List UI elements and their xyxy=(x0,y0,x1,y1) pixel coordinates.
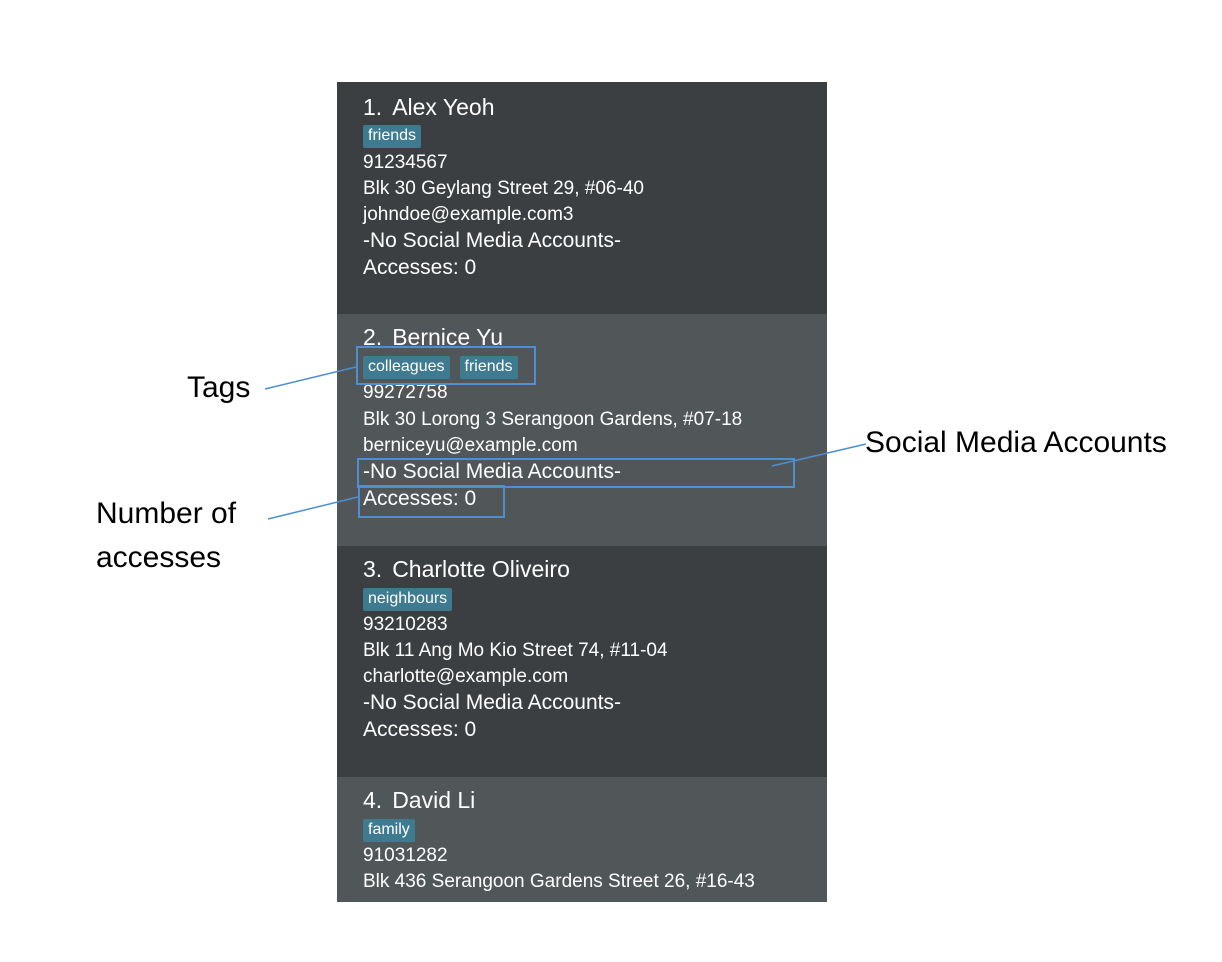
contact-accesses: Accesses: 0 xyxy=(363,256,477,279)
accesses-highlight-box xyxy=(358,485,505,518)
contact-social-accounts: -No Social Media Accounts- xyxy=(363,691,621,714)
contact-phone: 91234567 xyxy=(363,152,448,173)
accesses-callout-label: Number of accesses xyxy=(96,492,236,580)
tag-chip: family xyxy=(363,819,415,842)
contact-index: 3. xyxy=(363,556,383,582)
social-media-highlight-box xyxy=(357,458,795,488)
tags-callout-label: Tags xyxy=(187,371,251,404)
contact-email: berniceyu@example.com xyxy=(363,435,578,456)
tag-list: friends xyxy=(363,125,422,148)
contact-card[interactable]: 3. Charlotte Oliveiro neighbours 93210283… xyxy=(337,546,827,777)
contact-card[interactable]: 1. Alex Yeoh friends 91234567 Blk 30 Geyl… xyxy=(337,82,827,314)
contact-address: Blk 11 Ang Mo Kio Street 74, #11-04 xyxy=(363,640,668,661)
contact-phone: 93210283 xyxy=(363,614,448,635)
contact-name-text: Charlotte Oliveiro xyxy=(392,556,570,582)
social-media-callout-label: Social Media Accounts xyxy=(865,426,1167,459)
tags-highlight-box xyxy=(356,346,536,385)
tag-list: neighbours xyxy=(363,588,453,611)
tag-list: family xyxy=(363,819,415,842)
contact-name: 1. Alex Yeoh xyxy=(363,94,495,121)
annotated-screenshot: 1. Alex Yeoh friends 91234567 Blk 30 Geyl… xyxy=(0,0,1222,962)
contact-social-accounts: -No Social Media Accounts- xyxy=(363,229,621,252)
contact-email: johndoe@example.com3 xyxy=(363,204,574,225)
tag-chip: friends xyxy=(363,125,422,148)
contact-email: charlotte@example.com xyxy=(363,666,569,687)
contact-address: Blk 30 Lorong 3 Serangoon Gardens, #07-1… xyxy=(363,409,743,430)
contact-name: 3. Charlotte Oliveiro xyxy=(363,556,570,583)
accesses-callout-line2: accesses xyxy=(96,541,222,574)
contact-name-text: Alex Yeoh xyxy=(392,94,495,120)
contact-index: 1. xyxy=(363,94,383,120)
accesses-callout-line1: Number of xyxy=(96,497,237,530)
contact-accesses: Accesses: 0 xyxy=(363,718,477,741)
contact-index: 4. xyxy=(363,787,383,813)
tag-chip: neighbours xyxy=(363,588,453,611)
contact-phone: 99272758 xyxy=(363,382,448,403)
contact-name: 4. David Li xyxy=(363,787,475,814)
contact-address: Blk 30 Geylang Street 29, #06-40 xyxy=(363,178,644,199)
contact-card[interactable]: 4. David Li family 91031282 Blk 436 Seran… xyxy=(337,777,827,902)
contact-phone: 91031282 xyxy=(363,845,448,866)
contact-address: Blk 436 Serangoon Gardens Street 26, #16… xyxy=(363,871,755,892)
contact-name-text: David Li xyxy=(392,787,476,813)
